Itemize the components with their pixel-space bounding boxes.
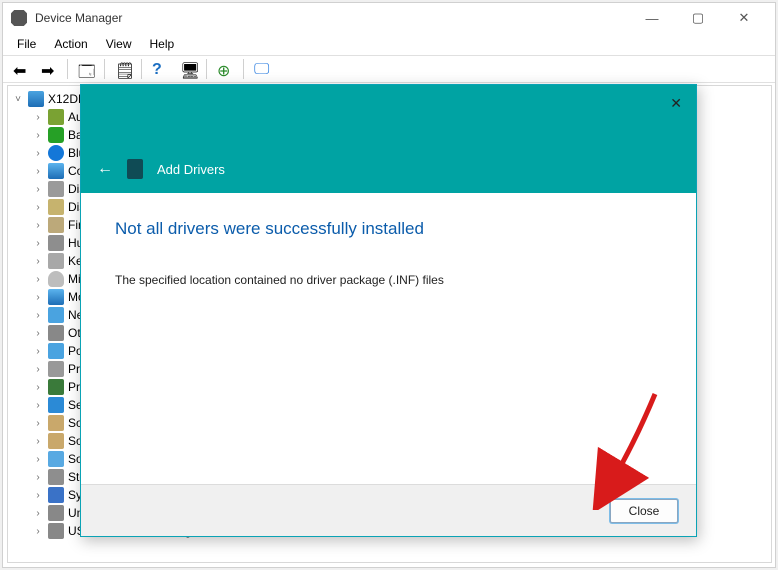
- device-category-icon: [48, 397, 64, 413]
- minimize-button[interactable]: —: [629, 3, 675, 33]
- dialog-wizard-title: Add Drivers: [157, 162, 225, 177]
- devices-monitor-icon: 🖵: [254, 61, 270, 77]
- expander-icon[interactable]: ›: [32, 201, 44, 213]
- close-window-button[interactable]: ✕: [721, 3, 767, 33]
- toolbar-separator: [67, 59, 68, 79]
- device-category-icon: [48, 127, 64, 143]
- dialog-message: The specified location contained no driv…: [115, 273, 662, 287]
- driver-package-icon: [127, 159, 143, 179]
- toolbar-devices-button[interactable]: 🖵: [250, 58, 274, 80]
- device-category-icon: [48, 361, 64, 377]
- device-category-icon: [48, 325, 64, 341]
- device-category-icon: [48, 109, 64, 125]
- dialog-title-row: ← Add Drivers: [81, 145, 696, 193]
- expander-icon[interactable]: ›: [32, 327, 44, 339]
- expander-icon[interactable]: ›: [32, 111, 44, 123]
- expander-icon[interactable]: ›: [32, 471, 44, 483]
- menu-view[interactable]: View: [98, 35, 140, 53]
- device-category-icon: [48, 415, 64, 431]
- expander-icon[interactable]: ˅: [12, 93, 24, 105]
- device-category-icon: [48, 253, 64, 269]
- expander-icon[interactable]: ›: [32, 237, 44, 249]
- expander-icon[interactable]: ›: [32, 417, 44, 429]
- device-category-icon: [48, 343, 64, 359]
- expander-icon[interactable]: ›: [32, 165, 44, 177]
- expander-icon[interactable]: ›: [32, 435, 44, 447]
- device-category-icon: [48, 199, 64, 215]
- toolbar-scan-button[interactable]: 🖥: [176, 58, 200, 80]
- device-category-icon: [48, 271, 64, 287]
- toolbar-separator: [243, 59, 244, 79]
- expander-icon[interactable]: ›: [32, 345, 44, 357]
- expander-icon[interactable]: ›: [32, 489, 44, 501]
- toolbar-forward-button[interactable]: ➡: [37, 58, 61, 80]
- expander-icon[interactable]: ›: [32, 291, 44, 303]
- device-category-icon: [48, 505, 64, 521]
- toolbar: ⬅ ➡ 🗔 🗒 ? 🖥 ⊕ 🖵: [3, 55, 775, 83]
- device-category-icon: [48, 235, 64, 251]
- expander-icon[interactable]: ›: [32, 399, 44, 411]
- add-driver-icon: ⊕: [217, 61, 233, 77]
- help-icon: ?: [152, 61, 168, 77]
- close-button-label: Close: [629, 504, 660, 518]
- device-category-icon: [48, 433, 64, 449]
- device-category-icon: [48, 307, 64, 323]
- dialog-heading: Not all drivers were successfully instal…: [115, 219, 662, 239]
- dialog-close-button[interactable]: Close: [610, 499, 678, 523]
- device-category-icon: [48, 181, 64, 197]
- menubar: File Action View Help: [3, 33, 775, 55]
- scan-hardware-icon: 🖥: [180, 61, 196, 77]
- device-category-icon: [48, 163, 64, 179]
- expander-icon[interactable]: ›: [32, 147, 44, 159]
- device-category-icon: [48, 451, 64, 467]
- dialog-close-x[interactable]: ✕: [670, 95, 682, 112]
- expander-icon[interactable]: ›: [32, 363, 44, 375]
- window-title: Device Manager: [35, 11, 621, 25]
- device-category-icon: [48, 487, 64, 503]
- properties-icon: 🗒: [115, 61, 131, 77]
- expander-icon[interactable]: ›: [32, 507, 44, 519]
- expander-icon[interactable]: ›: [32, 381, 44, 393]
- toolbar-help-button[interactable]: ?: [148, 58, 172, 80]
- expander-icon[interactable]: ›: [32, 183, 44, 195]
- device-category-icon: [48, 379, 64, 395]
- expander-icon[interactable]: ›: [32, 219, 44, 231]
- maximize-button[interactable]: ▢: [675, 3, 721, 33]
- device-category-icon: [48, 523, 64, 539]
- back-arrow-icon: ⬅: [13, 61, 29, 77]
- device-category-icon: [48, 289, 64, 305]
- expander-icon[interactable]: ›: [32, 129, 44, 141]
- expander-icon[interactable]: ›: [32, 525, 44, 537]
- toolbar-separator: [206, 59, 207, 79]
- toolbar-separator: [141, 59, 142, 79]
- titlebar: Device Manager — ▢ ✕: [3, 3, 775, 33]
- device-category-icon: [48, 469, 64, 485]
- dialog-footer: Close: [81, 484, 696, 536]
- forward-arrow-icon: ➡: [41, 61, 57, 77]
- expander-icon[interactable]: ›: [32, 273, 44, 285]
- toolbar-back-button[interactable]: ⬅: [9, 58, 33, 80]
- menu-help[interactable]: Help: [142, 35, 183, 53]
- expander-icon[interactable]: ›: [32, 453, 44, 465]
- computer-icon: [28, 91, 44, 107]
- menu-file[interactable]: File: [9, 35, 44, 53]
- dialog-content: Not all drivers were successfully instal…: [81, 193, 696, 313]
- menu-action[interactable]: Action: [46, 35, 95, 53]
- toolbar-add-driver-button[interactable]: ⊕: [213, 58, 237, 80]
- dialog-header: ✕: [81, 85, 696, 145]
- add-drivers-dialog: ✕ ← Add Drivers Not all drivers were suc…: [80, 84, 697, 537]
- dialog-back-button[interactable]: ←: [97, 160, 113, 178]
- device-category-icon: [48, 145, 64, 161]
- expander-icon[interactable]: ›: [32, 255, 44, 267]
- toolbar-properties-button[interactable]: 🗒: [111, 58, 135, 80]
- expander-icon[interactable]: ›: [32, 309, 44, 321]
- device-category-icon: [48, 217, 64, 233]
- device-manager-icon: [11, 10, 27, 26]
- toolbar-show-hidden-button[interactable]: 🗔: [74, 58, 98, 80]
- show-hidden-icon: 🗔: [78, 61, 94, 77]
- toolbar-separator: [104, 59, 105, 79]
